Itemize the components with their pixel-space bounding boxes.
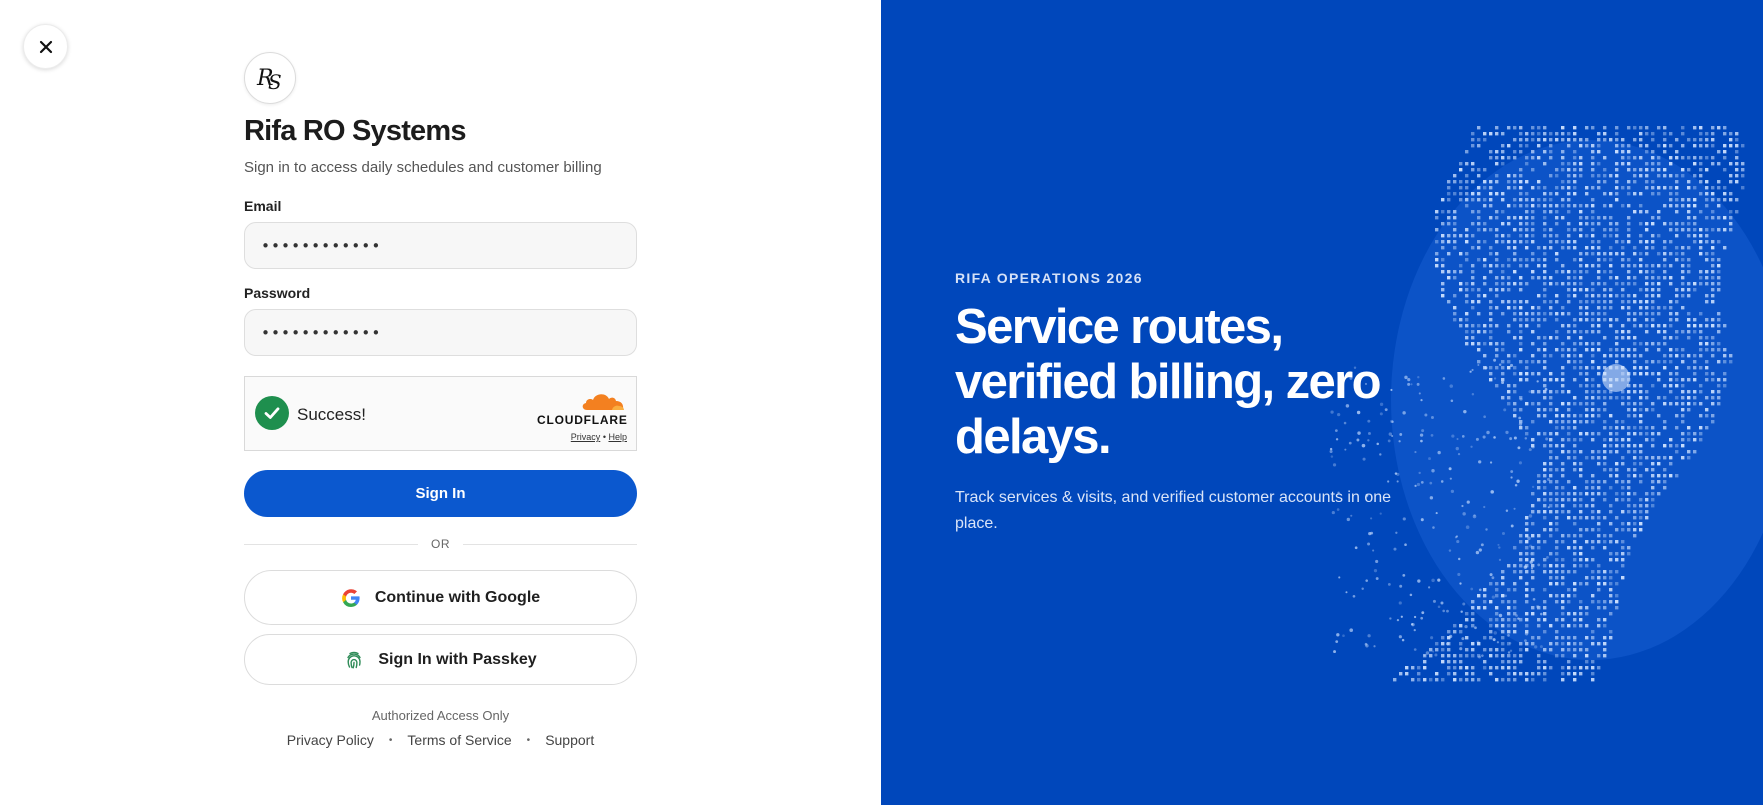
cloudflare-branding: CLOUDFLARE Privacy • Help xyxy=(537,390,627,442)
footer-links: Privacy Policy • Terms of Service • Supp… xyxy=(244,732,637,748)
svg-text:S: S xyxy=(268,70,282,94)
password-label: Password xyxy=(244,285,311,301)
sign-in-button[interactable]: Sign In xyxy=(244,470,637,517)
login-form: R S Rifa RO Systems Sign in to access da… xyxy=(244,52,637,748)
fingerprint-icon xyxy=(347,651,362,668)
privacy-policy-link[interactable]: Privacy Policy xyxy=(287,732,374,748)
page-title: Rifa RO Systems xyxy=(244,115,467,147)
hero-eyebrow: RIFA OPERATIONS 2026 xyxy=(955,270,1143,286)
cloudflare-cloud-icon xyxy=(582,394,624,410)
passkey-button-label: Sign In with Passkey xyxy=(378,650,537,668)
google-button-label: Continue with Google xyxy=(374,588,541,606)
captcha-help-link[interactable]: Help xyxy=(608,432,627,442)
hero-panel: RIFA OPERATIONS 2026 Service routes, ver… xyxy=(881,0,1763,805)
email-label: Email xyxy=(244,198,282,214)
divider-line xyxy=(463,543,637,545)
password-field[interactable] xyxy=(244,309,637,356)
cloudflare-captcha[interactable]: Success! CLOUDFLARE Privacy • Help xyxy=(244,376,637,451)
or-label: OR xyxy=(431,537,450,551)
or-divider: OR xyxy=(244,537,637,551)
captcha-privacy-link[interactable]: Privacy xyxy=(571,432,601,442)
hero-headline: Service routes, verified billing, zero d… xyxy=(955,300,1382,464)
cloudflare-wordmark: CLOUDFLARE xyxy=(537,413,628,427)
hero-content: RIFA OPERATIONS 2026 Service routes, ver… xyxy=(955,270,1455,537)
rs-monogram-icon: R S xyxy=(256,66,282,94)
terms-of-service-link[interactable]: Terms of Service xyxy=(407,732,511,748)
google-sign-in-button[interactable]: Continue with Google xyxy=(244,570,637,625)
brand-logo: R S xyxy=(244,52,296,104)
captcha-separator: • xyxy=(602,432,606,442)
email-field[interactable] xyxy=(244,222,637,269)
close-icon xyxy=(39,40,52,53)
google-icon xyxy=(342,588,360,607)
divider-line xyxy=(244,543,418,545)
authorized-access-note: Authorized Access Only xyxy=(371,708,510,723)
close-button[interactable] xyxy=(23,24,68,69)
page-subtitle: Sign in to access daily schedules and cu… xyxy=(244,159,602,176)
login-panel: R S Rifa RO Systems Sign in to access da… xyxy=(0,0,881,805)
captcha-links: Privacy • Help xyxy=(537,432,627,442)
success-check-icon xyxy=(255,396,289,430)
hero-description: Track services & visits, and verified cu… xyxy=(955,489,1392,532)
passkey-sign-in-button[interactable]: Sign In with Passkey xyxy=(244,634,637,685)
footer-separator: • xyxy=(388,734,393,746)
captcha-status: Success! xyxy=(297,405,366,424)
footer-separator: • xyxy=(526,734,531,746)
support-link[interactable]: Support xyxy=(545,732,594,748)
